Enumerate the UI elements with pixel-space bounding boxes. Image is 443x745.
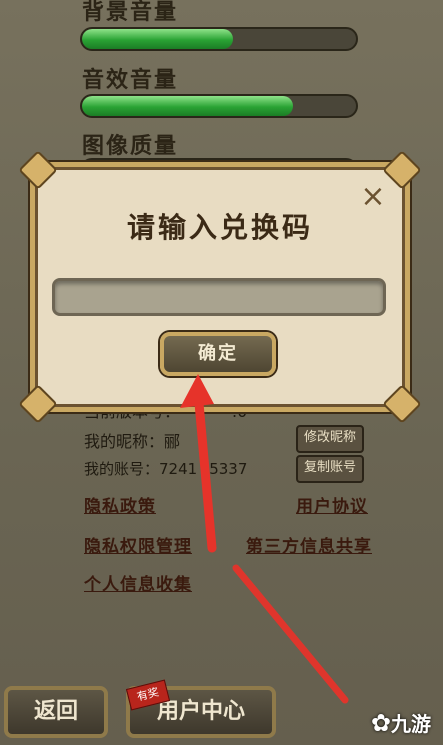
sfx-volume-slider[interactable] bbox=[80, 94, 358, 118]
watermark-text: 九游 bbox=[391, 712, 431, 736]
jiuyou-watermark-logo: ✿九游 bbox=[370, 709, 431, 737]
redeem-code-dialog: 请输入兑换码 × 确定 bbox=[18, 150, 422, 424]
redeem-code-input[interactable] bbox=[52, 278, 386, 316]
close-icon[interactable]: × bbox=[358, 182, 388, 212]
nickname-label: 我的昵称： bbox=[84, 432, 165, 451]
account-row: 我的账号：7241 5337 bbox=[84, 458, 247, 479]
user-agreement-link[interactable]: 用户协议 bbox=[296, 492, 368, 517]
account-label: 我的账号： bbox=[84, 460, 160, 478]
sfx-volume-label: 音效音量 bbox=[82, 68, 179, 93]
nickname-row: 我的昵称：郦 bbox=[84, 428, 180, 452]
copy-account-button[interactable]: 复制账号 bbox=[296, 455, 365, 483]
dialog-title: 请输入兑换码 bbox=[126, 211, 313, 244]
privacy-policy-link[interactable]: 隐私政策 bbox=[84, 492, 156, 517]
sfx-volume-fill bbox=[82, 96, 293, 116]
nickname-value: 郦 bbox=[164, 432, 181, 451]
bgm-volume-label: 背景音量 bbox=[82, 0, 179, 25]
personal-info-link[interactable]: 个人信息收集 bbox=[84, 570, 192, 595]
bgm-volume-slider[interactable] bbox=[80, 27, 358, 51]
back-button[interactable]: 返回 bbox=[4, 686, 108, 738]
third-party-sharing-link[interactable]: 第三方信息共享 bbox=[246, 532, 372, 557]
privacy-permissions-link[interactable]: 隐私权限管理 bbox=[84, 532, 192, 557]
bgm-volume-fill bbox=[82, 29, 233, 49]
account-value-tail: 5337 bbox=[209, 460, 248, 478]
confirm-button[interactable]: 确定 bbox=[160, 332, 276, 376]
edit-nickname-button[interactable]: 修改昵称 bbox=[296, 425, 365, 453]
account-value: 7241 bbox=[159, 460, 198, 478]
graphics-quality-label: 图像质量 bbox=[82, 134, 179, 159]
